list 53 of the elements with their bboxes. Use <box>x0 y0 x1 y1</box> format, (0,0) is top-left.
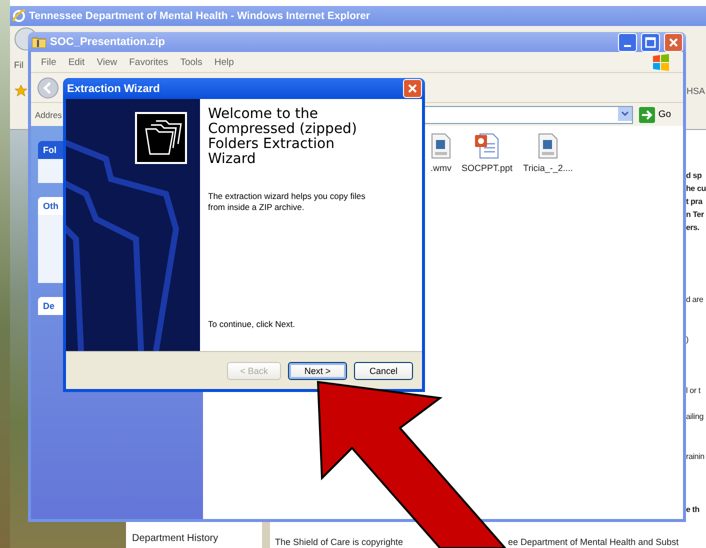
minimize-icon <box>624 45 631 47</box>
zip-folder-icon <box>32 36 46 48</box>
presentation-file-icon <box>474 132 500 160</box>
video-file-icon <box>537 132 559 160</box>
menu-item[interactable]: File <box>35 56 62 68</box>
file-name[interactable]: Tricia_-_2.... <box>523 163 573 173</box>
page-text: t pra <box>686 196 704 208</box>
menu-item[interactable]: Favorites <box>123 56 174 68</box>
dropdown-icon[interactable] <box>618 106 632 120</box>
page-text: ) <box>686 334 690 346</box>
back-icon[interactable] <box>37 76 59 98</box>
file-name[interactable]: SOCPPT.ppt <box>461 163 513 173</box>
page-text: e th <box>686 504 700 516</box>
menu-item[interactable]: Edit <box>62 56 91 68</box>
menu-item[interactable]: Fil <box>14 60 24 70</box>
next-button[interactable]: Next > <box>288 362 347 380</box>
sidebar-link[interactable]: Department History <box>132 533 262 544</box>
dialog-title: Extraction Wizard <box>67 82 161 95</box>
page-text: n Ter <box>686 209 705 221</box>
maximize-icon <box>645 36 656 48</box>
wizard-heading: Welcome to the Compressed (zipped) Folders Extraction Wizard <box>208 107 358 168</box>
wizard-description: The extraction wizard helps you copy files from inside a ZIP archive. <box>208 191 366 214</box>
menu-item[interactable]: View <box>90 56 124 68</box>
page-text: d are <box>686 294 704 306</box>
window-title: Tennessee Department of Mental Health - Windows Internet Explorer <box>29 10 370 22</box>
copyright-text: ee Department of Mental Health and Subst <box>508 536 679 548</box>
maximize-button[interactable] <box>641 32 660 52</box>
window-title: SOC_Presentation.zip <box>50 36 166 48</box>
cancel-button[interactable]: Cancel <box>354 362 413 380</box>
close-icon <box>668 36 679 48</box>
menu-item[interactable]: Help <box>208 56 240 68</box>
page-text: rainin <box>686 451 706 463</box>
star-icon[interactable] <box>14 84 28 98</box>
windows-logo-icon <box>651 53 671 71</box>
close-icon <box>407 83 418 94</box>
close-button[interactable] <box>664 32 683 52</box>
address-label: Addres <box>35 110 62 120</box>
page-text: he cu <box>686 183 706 195</box>
link-item[interactable]: HSA <box>686 86 705 96</box>
browser-logo-icon <box>12 9 26 23</box>
go-button[interactable]: Go <box>637 106 679 122</box>
arrow-right-icon <box>639 106 656 122</box>
copyright-text: The Shield of Care is copyrighte <box>275 536 404 548</box>
page-text: d sp <box>686 170 703 182</box>
minimize-button[interactable] <box>618 32 637 52</box>
page-text: ers. <box>686 222 700 234</box>
wizard-instruction: To continue, click Next. <box>208 319 296 330</box>
video-file-icon <box>430 132 452 160</box>
file-name[interactable]: .wmv <box>430 163 452 173</box>
close-button[interactable] <box>403 79 422 98</box>
page-text: ailing <box>686 411 704 423</box>
page-text: l or t <box>686 385 702 397</box>
menu-item[interactable]: Tools <box>174 56 208 68</box>
